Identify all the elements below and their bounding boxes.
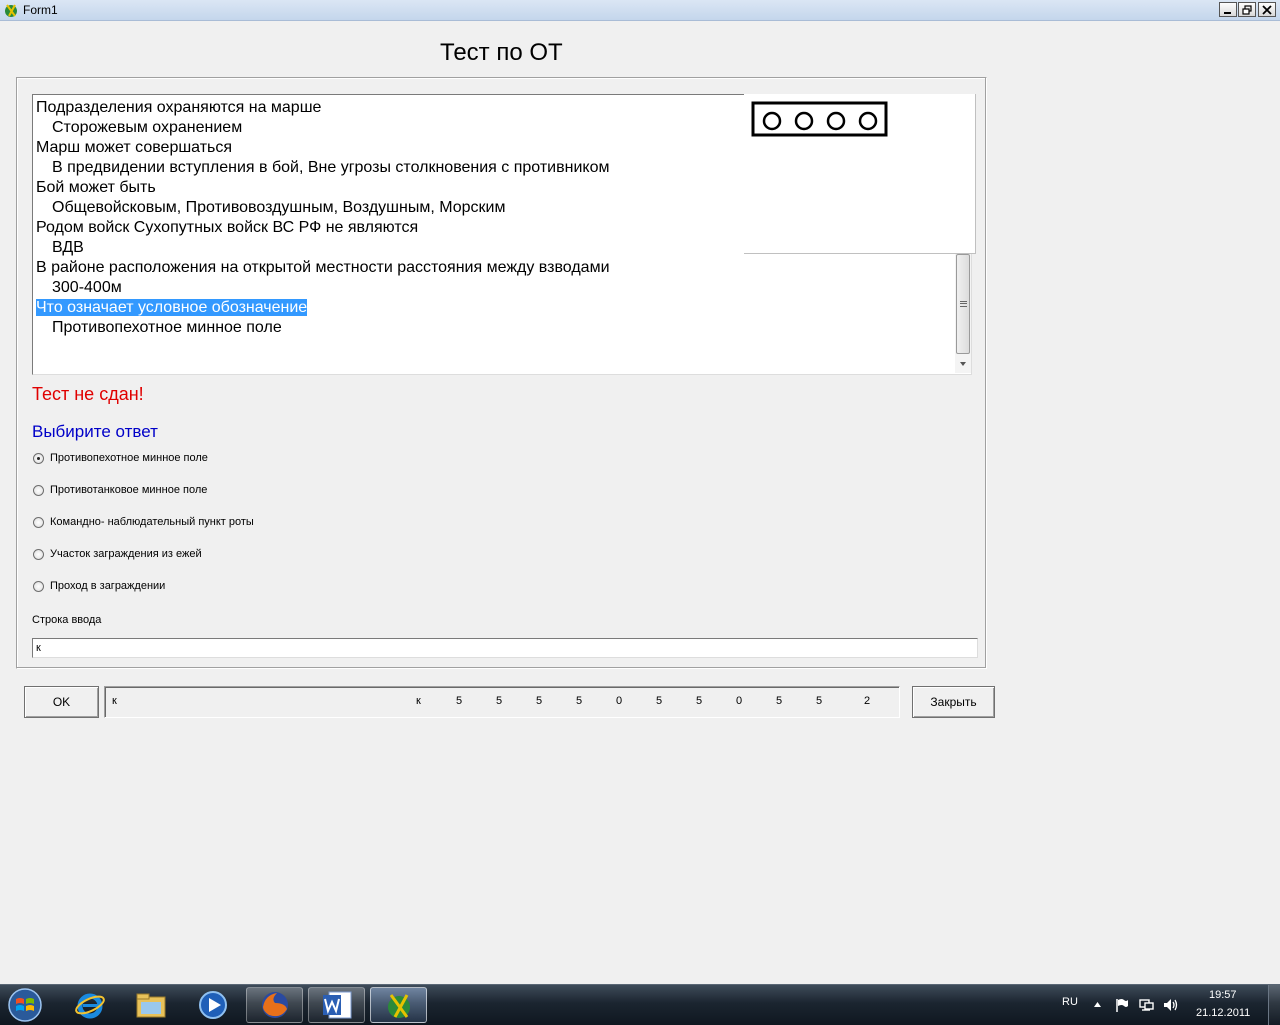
scrollbar-thumb[interactable] [956, 254, 970, 354]
show-hidden-icons-icon[interactable] [1093, 1000, 1102, 1009]
answer-input[interactable] [32, 638, 978, 658]
memo-line-text: Родом войск Сухопутных войск ВС РФ не яв… [36, 219, 419, 236]
taskbar-media-player[interactable] [184, 987, 241, 1023]
close-icon [1262, 4, 1272, 15]
memo-question-line: Что означает условное обозначение [36, 298, 796, 318]
answer-option-4[interactable]: Участок заграждения из ежей [33, 546, 202, 562]
memo-answer-line: Сторожевым охранением [36, 118, 796, 138]
memo-line-text: Подразделения охраняются на марше [36, 99, 322, 116]
status-value: 5 [496, 695, 503, 707]
memo-answer-line: В предвидении вступления в бой, Вне угро… [36, 158, 796, 178]
memo-line-text: Марш может совершаться [36, 139, 233, 156]
clock-time[interactable]: 19:57 [1209, 989, 1237, 1001]
internet-explorer-icon [74, 993, 105, 1019]
answer-option-1[interactable]: Противопехотное минное поле [33, 450, 208, 466]
status-value: 5 [816, 695, 823, 707]
input-label: Строка ввода [32, 614, 102, 626]
map-symbol-image [744, 94, 976, 254]
memo-line-text: Что означает условное обозначение [36, 299, 308, 316]
answer-option-5[interactable]: Проход в заграждении [33, 578, 165, 594]
taskbar: RU 19:57 21.12.2011 [0, 984, 1280, 1025]
memo-line-text: Сторожевым охранением [52, 119, 243, 136]
memo-lines: Подразделения охраняются на марше Стороже… [36, 98, 796, 338]
status-value: 5 [776, 695, 783, 707]
minefield-symbol-icon [751, 101, 888, 137]
minimize-button[interactable] [1219, 2, 1237, 17]
scroll-grip-icon [960, 301, 967, 307]
memo-line-text: Противопехотное минное поле [52, 319, 282, 336]
taskbar-word[interactable] [308, 987, 365, 1023]
status-value: к [416, 695, 421, 707]
form-heading: Тест по ОТ [440, 39, 563, 66]
radio-checked-icon[interactable] [33, 452, 44, 464]
language-indicator[interactable]: RU [1062, 996, 1078, 1008]
status-value: 2 [864, 695, 871, 707]
network-icon[interactable] [1138, 997, 1154, 1013]
title-bar[interactable]: Form1 [0, 0, 1280, 21]
status-value: к [112, 695, 117, 707]
close-window-button[interactable] [1258, 2, 1276, 17]
word-icon [322, 991, 351, 1019]
close-button[interactable]: Закрыть [912, 686, 995, 718]
status-value: 0 [616, 695, 623, 707]
taskbar-test-app[interactable] [370, 987, 427, 1023]
memo-answer-line: Общевойсковым, Противовоздушным, Воздушн… [36, 198, 796, 218]
status-value: 5 [456, 695, 463, 707]
radio-unchecked-icon[interactable] [33, 580, 44, 592]
memo-line-text: 300-400м [52, 279, 122, 296]
status-value: 5 [576, 695, 583, 707]
taskbar-firefox[interactable] [246, 987, 303, 1023]
clock-date[interactable]: 21.12.2011 [1196, 1007, 1250, 1019]
status-value: 5 [696, 695, 703, 707]
answer-option-3[interactable]: Командно- наблюдательный пункт роты [33, 514, 254, 530]
answer-option-label[interactable]: Командно- наблюдательный пункт роты [50, 516, 254, 528]
minimize-icon [1224, 11, 1231, 14]
memo-question-line: Родом войск Сухопутных войск ВС РФ не яв… [36, 218, 796, 238]
window-title: Form1 [23, 3, 58, 17]
app-icon [5, 4, 17, 17]
radio-unchecked-icon[interactable] [33, 548, 44, 560]
status-value: 5 [656, 695, 663, 707]
memo-answer-line: 300-400м [36, 278, 796, 298]
memo-answer-line: ВДВ [36, 238, 796, 258]
status-value: 0 [736, 695, 743, 707]
memo-question-line: В районе расположения на открытой местно… [36, 258, 796, 278]
memo-question-line: Марш может совершаться [36, 138, 796, 158]
test-app-icon [387, 994, 410, 1018]
answer-option-label[interactable]: Противотанковое минное поле [50, 484, 207, 496]
restore-icon [1242, 4, 1252, 15]
media-player-icon [198, 991, 227, 1019]
status-panel: к к 5 5 5 5 0 5 5 0 5 5 2 [104, 686, 900, 718]
answer-option-label[interactable]: Участок заграждения из ежей [50, 548, 202, 560]
ok-button[interactable]: OK [24, 686, 99, 718]
result-label: Тест не сдан! [32, 384, 144, 404]
show-desktop-button[interactable] [1268, 985, 1280, 1025]
memo-answer-line: Противопехотное минное поле [36, 318, 796, 338]
memo-line-text: Бой может быть [36, 179, 156, 196]
memo-question-line: Бой может быть [36, 178, 796, 198]
start-button[interactable] [4, 987, 46, 1023]
answer-option-label[interactable]: Противопехотное минное поле [50, 452, 208, 464]
action-center-flag-icon[interactable] [1114, 997, 1130, 1013]
memo-line-text: В районе расположения на открытой местно… [36, 259, 610, 276]
volume-icon[interactable] [1162, 997, 1179, 1013]
answer-option-2[interactable]: Противотанковое минное поле [33, 482, 207, 498]
radio-unchecked-icon[interactable] [33, 516, 44, 528]
scroll-down-arrow-icon[interactable] [957, 358, 969, 370]
answer-option-label[interactable]: Проход в заграждении [50, 580, 165, 592]
restore-button[interactable] [1238, 2, 1256, 17]
memo-question-line: Подразделения охраняются на марше [36, 98, 796, 118]
prompt-label: Выбирите ответ [32, 422, 158, 441]
status-value: 5 [536, 695, 543, 707]
firefox-icon [261, 992, 288, 1018]
taskbar-explorer[interactable] [122, 987, 179, 1023]
memo-line-text: Общевойсковым, Противовоздушным, Воздушн… [52, 199, 506, 216]
memo-line-text: ВДВ [52, 239, 84, 256]
folder-icon [136, 993, 165, 1018]
memo-line-text: В предвидении вступления в бой, Вне угро… [52, 159, 610, 176]
radio-unchecked-icon[interactable] [33, 484, 44, 496]
taskbar-internet-explorer[interactable] [61, 987, 118, 1023]
